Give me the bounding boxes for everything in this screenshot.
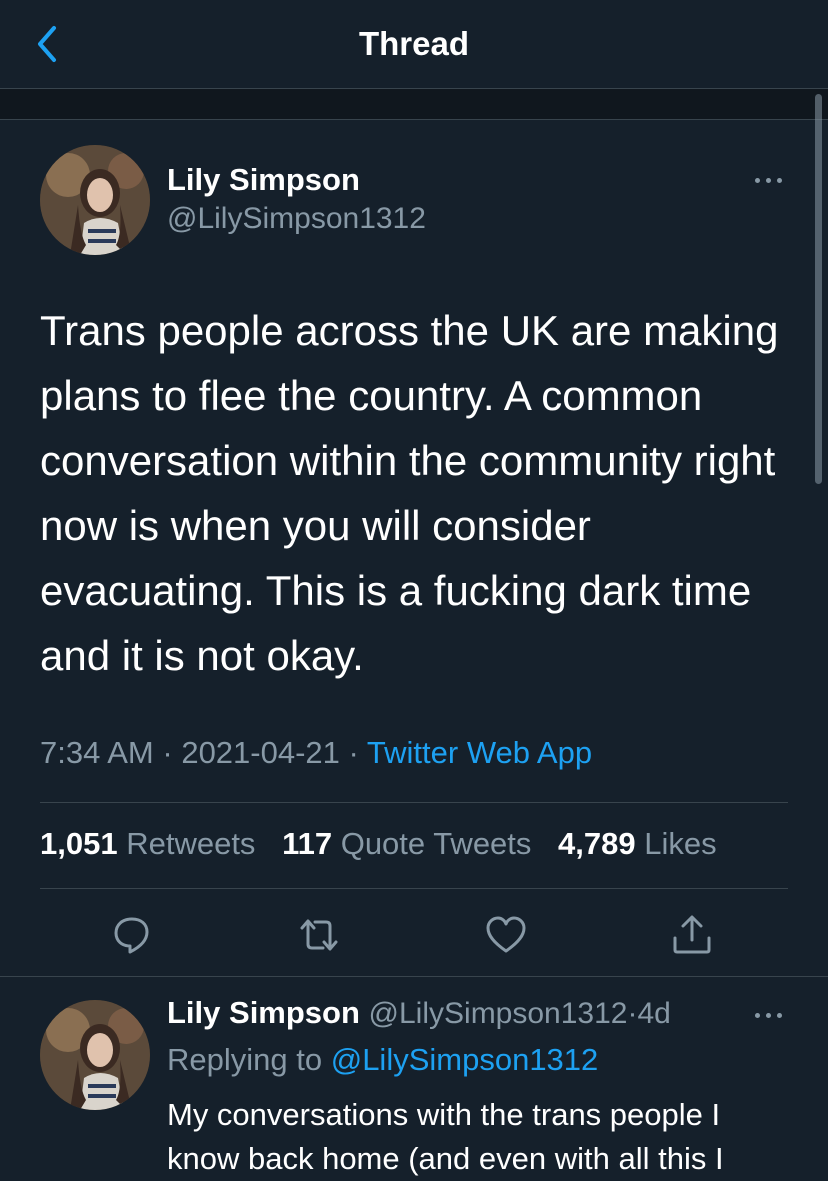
divider xyxy=(40,802,788,803)
heart-icon xyxy=(486,916,526,953)
tweet-stats: 1,051 Retweets 117 Quote Tweets 4,789 Li… xyxy=(40,826,735,862)
tweet-meta: 7:34 AM · 2021-04-21 · Twitter Web App xyxy=(40,735,592,771)
reply-age: 4d xyxy=(637,997,671,1030)
tweet-date: 2021-04-21 xyxy=(181,735,340,770)
likes-count: 4,789 xyxy=(558,826,636,861)
avatar-photo xyxy=(40,145,150,255)
reply-author-name[interactable]: Lily Simpson xyxy=(167,995,360,1030)
author-handle[interactable]: @LilySimpson1312 xyxy=(167,202,426,236)
share-icon xyxy=(673,915,711,954)
author-name[interactable]: Lily Simpson xyxy=(167,162,360,198)
quote-tweets-stat[interactable]: 117 Quote Tweets xyxy=(282,826,531,861)
reply-avatar[interactable] xyxy=(40,1000,150,1110)
quote-tweets-count: 117 xyxy=(282,826,333,861)
retweets-stat[interactable]: 1,051 Retweets xyxy=(40,826,255,861)
likes-label: Likes xyxy=(644,826,717,861)
retweets-count: 1,051 xyxy=(40,826,118,861)
share-button[interactable] xyxy=(669,912,715,958)
tweet-source-link[interactable]: Twitter Web App xyxy=(367,735,592,770)
quote-tweets-label: Quote Tweets xyxy=(340,826,532,861)
meta-separator: · xyxy=(348,735,359,770)
thread-gap xyxy=(0,89,828,119)
tweet-text: Trans people across the UK are making pl… xyxy=(40,307,779,679)
gap-divider xyxy=(0,119,828,120)
retweet-button[interactable] xyxy=(296,912,342,958)
top-bar: Thread xyxy=(0,0,828,88)
scrollbar[interactable] xyxy=(815,94,822,484)
more-options-icon[interactable] xyxy=(752,170,786,190)
meta-separator: · xyxy=(162,735,173,770)
like-button[interactable] xyxy=(483,912,529,958)
tweet-time: 7:34 AM xyxy=(40,735,154,770)
avatar-photo xyxy=(40,1000,150,1110)
reply-author-handle[interactable]: @LilySimpson1312 xyxy=(369,997,628,1030)
avatar[interactable] xyxy=(40,145,150,255)
reply-button[interactable] xyxy=(110,912,156,958)
divider xyxy=(40,888,788,889)
retweet-icon xyxy=(300,919,338,951)
reply-age-separator: · xyxy=(627,997,638,1030)
likes-stat[interactable]: 4,789 Likes xyxy=(558,826,717,861)
replying-handle-link[interactable]: @LilySimpson1312 xyxy=(331,1042,599,1077)
reply-text: My conversations with the trans people I… xyxy=(167,1097,724,1176)
comment-icon xyxy=(114,917,149,954)
replying-to: Replying to @LilySimpson1312 xyxy=(167,1042,598,1078)
retweets-label: Retweets xyxy=(126,826,256,861)
page-title: Thread xyxy=(358,25,470,62)
reply-header: Lily Simpson @LilySimpson1312·4d xyxy=(167,995,671,1031)
more-options-icon[interactable] xyxy=(752,1005,786,1025)
divider xyxy=(0,976,828,977)
replying-label: Replying to xyxy=(167,1042,323,1077)
